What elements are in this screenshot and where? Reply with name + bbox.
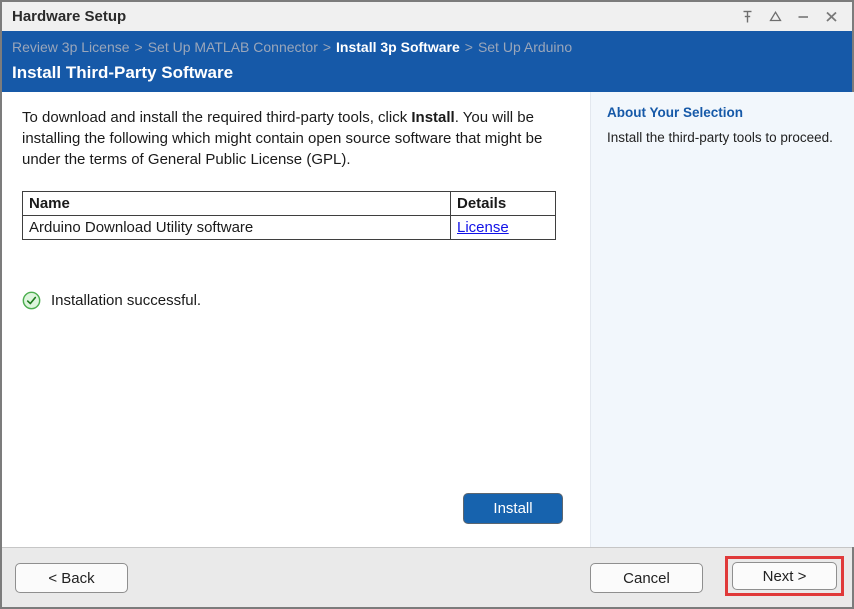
- success-check-icon: [22, 291, 41, 310]
- status-text: Installation successful.: [51, 292, 202, 309]
- table-row: Arduino Download Utility software Licens…: [22, 215, 556, 240]
- title-bar: Hardware Setup: [2, 2, 852, 31]
- intro-text-1: To download and install the required thi…: [22, 109, 412, 126]
- installation-status: Installation successful.: [22, 291, 570, 310]
- page-title: Install Third-Party Software: [12, 63, 234, 82]
- breadcrumb-step-review-3p-license: Review 3p License: [12, 39, 130, 55]
- footer-bar: < Back Cancel Next >: [2, 547, 852, 607]
- window-title: Hardware Setup: [12, 8, 127, 25]
- breadcrumb-step-set-up-arduino: Set Up Arduino: [477, 39, 573, 55]
- wizard-header: Review 3p License > Set Up MATLAB Connecto…: [2, 31, 852, 92]
- install-button[interactable]: Install: [463, 493, 563, 524]
- breadcrumb-step-install-3p-software: Install 3p Software: [336, 39, 460, 55]
- breadcrumb-step-set-up-matlab-connector: Set Up MATLAB Connector: [147, 39, 318, 55]
- next-button-highlight: Next >: [725, 556, 844, 596]
- column-header-name: Name: [22, 191, 451, 216]
- software-name-cell: Arduino Download Utility software: [22, 215, 451, 240]
- license-link[interactable]: License: [457, 219, 509, 236]
- about-selection-panel: About Your Selection Install the third-p…: [590, 92, 854, 547]
- software-table: Name Details Arduino Download Utility so…: [22, 191, 556, 240]
- breadcrumb-separator: >: [464, 39, 473, 55]
- breadcrumb-separator: >: [322, 39, 332, 55]
- title-bar-icons: [740, 9, 839, 24]
- software-details-cell: License: [450, 215, 556, 240]
- main-content: To download and install the required thi…: [2, 92, 590, 547]
- breadcrumb: Review 3p License > Set Up MATLAB Connecto…: [12, 37, 842, 58]
- close-icon[interactable]: [824, 9, 839, 24]
- minimize-icon[interactable]: [796, 9, 811, 24]
- column-header-details: Details: [450, 191, 556, 216]
- dock-icon[interactable]: [768, 9, 783, 24]
- breadcrumb-separator: >: [134, 39, 143, 55]
- hardware-setup-dialog: Hardware Setup Review 3p License > Set U…: [0, 0, 854, 609]
- back-button[interactable]: < Back: [15, 563, 128, 593]
- pin-icon[interactable]: [740, 9, 755, 24]
- content-area: To download and install the required thi…: [2, 92, 854, 547]
- panel-text: Install the third-party tools to proceed…: [607, 130, 833, 145]
- table-header-row: Name Details: [22, 191, 556, 216]
- cancel-button[interactable]: Cancel: [590, 563, 703, 593]
- next-button[interactable]: Next >: [732, 562, 837, 590]
- panel-heading: About Your Selection: [607, 105, 744, 120]
- intro-bold-install: Install: [411, 109, 455, 126]
- intro-paragraph: To download and install the required thi…: [22, 107, 570, 170]
